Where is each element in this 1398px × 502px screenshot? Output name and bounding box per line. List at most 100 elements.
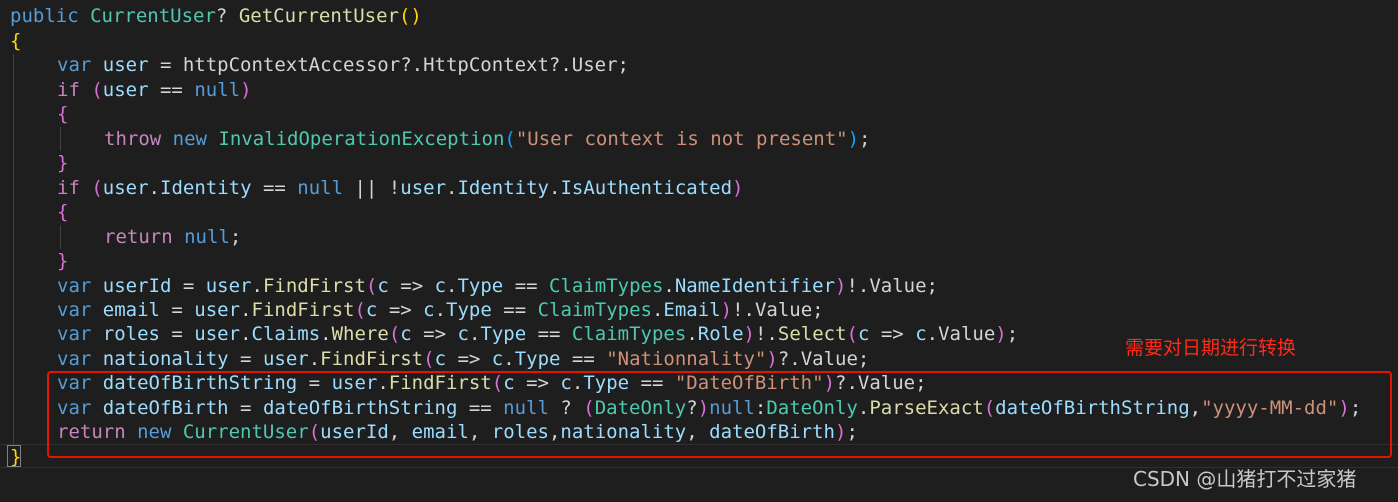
code-token: var	[57, 299, 103, 321]
code-token: (	[91, 79, 103, 101]
code-token: Type	[446, 299, 492, 321]
code-token: Identity	[457, 177, 549, 199]
code-token: )	[732, 177, 744, 199]
code-token: .	[651, 299, 664, 321]
code-token: .	[503, 348, 515, 370]
code-line-14[interactable]: var roles = user.Claims.Where(c => c.Typ…	[57, 322, 1018, 346]
code-token: }	[57, 250, 69, 272]
code-token: c	[857, 323, 870, 345]
code-line-4[interactable]: if (user == null)	[57, 78, 252, 102]
code-token: =>	[388, 275, 435, 297]
code-token: )	[240, 79, 252, 101]
code-token: var	[57, 348, 103, 370]
code-token: .	[468, 323, 481, 345]
code-token: c	[491, 348, 504, 370]
code-token: c	[434, 348, 447, 370]
code-token: var	[57, 54, 103, 76]
code-token: =>	[377, 299, 424, 321]
code-token: .	[663, 275, 675, 297]
code-token: var	[57, 275, 103, 297]
code-token: =>	[411, 323, 458, 345]
bracket-match-indicator	[7, 445, 21, 467]
code-token: ==	[503, 275, 550, 297]
code-line-6[interactable]: throw new InvalidOperationException("Use…	[104, 127, 870, 151]
code-token: Claims	[251, 323, 321, 345]
code-token: !.	[754, 323, 778, 345]
code-line-3[interactable]: var user = httpContextAccessor?.HttpCont…	[57, 53, 629, 77]
code-token: (	[423, 348, 435, 370]
code-token: .	[434, 299, 447, 321]
code-token: ==	[526, 323, 572, 345]
indent-guide	[60, 225, 61, 249]
code-token: ClaimTypes	[537, 299, 652, 321]
code-token: .Value	[926, 323, 996, 345]
code-token: Type	[480, 323, 527, 345]
code-token: user	[400, 177, 447, 199]
watermark: CSDN @山猪打不过家猪	[1133, 467, 1357, 491]
code-token: c	[365, 299, 378, 321]
code-token: !.Value;	[732, 299, 824, 321]
code-token: .	[308, 348, 321, 370]
code-token: =	[171, 275, 206, 297]
code-token: (	[388, 323, 401, 345]
code-token: user	[102, 54, 149, 76]
code-line-9[interactable]: {	[57, 200, 68, 224]
code-token: .	[446, 177, 458, 199]
code-token: .	[686, 323, 698, 345]
code-token: Email	[663, 299, 721, 321]
code-line-1[interactable]: public CurrentUser? GetCurrentUser()	[10, 4, 422, 28]
code-token: Type	[514, 348, 561, 370]
code-token: InvalidOperationException	[218, 128, 505, 150]
code-token: (	[846, 323, 858, 345]
code-token: user	[262, 348, 309, 370]
code-token: c	[423, 299, 435, 321]
code-line-15[interactable]: var nationality = user.FindFirst(c => c.…	[57, 347, 869, 371]
code-token: .	[446, 275, 458, 297]
code-token: (	[91, 177, 103, 199]
code-line-7[interactable]: }	[57, 151, 68, 175]
annotation-highlight-box	[47, 371, 1392, 458]
code-token: ;	[229, 226, 242, 248]
code-token: c	[915, 323, 927, 345]
code-token: ClaimTypes	[571, 323, 687, 345]
code-token: c	[377, 275, 389, 297]
code-token: CurrentUser	[90, 5, 216, 27]
code-token: "Nationnality"	[606, 348, 767, 370]
code-token: var	[57, 323, 103, 345]
code-line-11[interactable]: }	[57, 249, 68, 273]
code-token: )	[847, 128, 860, 150]
code-token: =	[228, 348, 263, 370]
code-token: .	[148, 177, 160, 199]
code-token: ClaimTypes	[549, 275, 664, 297]
code-token: (	[504, 128, 516, 150]
code-token: public	[10, 5, 91, 27]
code-token: Where	[331, 323, 389, 345]
code-token: IsAuthenticated	[560, 177, 733, 199]
code-token: user	[194, 323, 241, 345]
code-token: )	[720, 299, 733, 321]
code-editor[interactable]: public CurrentUser? GetCurrentUser() { v…	[0, 0, 1398, 502]
code-line-10[interactable]: return null;	[104, 225, 241, 249]
code-token: FindFirst	[251, 299, 355, 321]
code-token: ?	[215, 5, 239, 27]
code-line-12[interactable]: var userId = user.FindFirst(c => c.Type …	[57, 274, 938, 298]
code-token: null	[184, 226, 230, 248]
code-token: ==	[251, 177, 298, 199]
code-line-13[interactable]: var email = user.FindFirst(c => c.Type =…	[57, 298, 824, 322]
indent-guide	[60, 127, 61, 151]
code-line-5[interactable]: {	[57, 102, 68, 126]
code-token: .	[320, 323, 332, 345]
code-token: nationality	[102, 348, 229, 370]
code-token: .	[548, 177, 561, 199]
code-token: roles	[102, 323, 160, 345]
code-token: || !	[343, 177, 401, 199]
code-line-2[interactable]: {	[10, 29, 21, 53]
code-token: }	[57, 152, 69, 174]
code-token: {	[57, 103, 69, 125]
code-token: user	[205, 275, 252, 297]
code-token: null	[297, 177, 344, 199]
code-line-8[interactable]: if (user.Identity == null || !user.Ident…	[57, 176, 743, 200]
code-token: =>	[446, 348, 492, 370]
code-token: c	[400, 323, 412, 345]
code-token: )	[766, 348, 778, 370]
